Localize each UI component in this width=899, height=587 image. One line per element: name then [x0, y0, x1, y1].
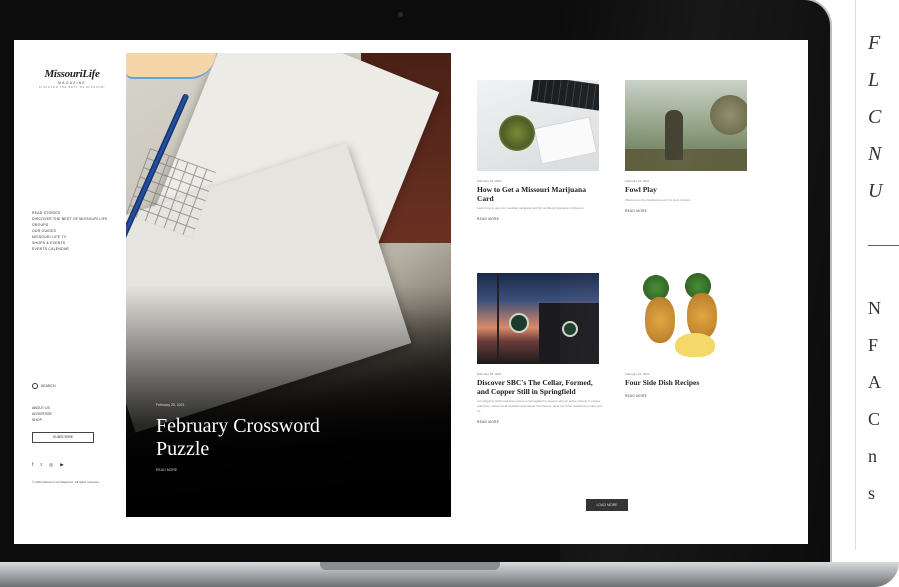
search-link[interactable]: Search — [32, 383, 56, 389]
subscribe-button[interactable]: Subscribe — [32, 432, 94, 443]
card-shape — [533, 116, 598, 165]
article-card: February 15, 2021 Discover SBC's The Cel… — [477, 273, 602, 424]
twitter-icon[interactable]: t — [41, 462, 45, 467]
hunter-shape — [665, 110, 683, 160]
side-letter: N — [868, 298, 881, 318]
pole-shape — [497, 273, 499, 364]
divider-rule — [855, 0, 856, 550]
side-letter: F — [868, 335, 879, 355]
camera-icon — [398, 12, 403, 17]
sign-shape — [509, 313, 529, 333]
sidebar-nav: MissouriLife MAGAZINE DISCOVER THE BEST … — [14, 40, 124, 544]
copyright-text: © 2021 Missouri Life Magazine. All right… — [32, 480, 100, 484]
social-links: f t ◎ ▶ — [32, 462, 67, 468]
pineapple-slice — [675, 333, 715, 357]
plant-shape — [499, 115, 535, 151]
pineapple-crown — [643, 275, 669, 301]
logo-sub: MAGAZINE — [58, 81, 86, 85]
article-title[interactable]: How to Get a Missouri Marijuana Card — [477, 185, 602, 203]
building-shape — [539, 303, 599, 364]
side-letter: s — [868, 483, 876, 503]
side-letter: C — [868, 106, 882, 128]
ground-shape — [625, 149, 747, 171]
nav-item-shop[interactable]: Shop — [32, 417, 118, 423]
pineapple-shape — [645, 297, 675, 343]
read-more-link[interactable]: Read more — [625, 394, 750, 398]
hero-read-more[interactable]: Read more — [156, 468, 177, 472]
laptop-lid: MissouriLife MAGAZINE DISCOVER THE BEST … — [0, 0, 830, 565]
footer-menu: About us Advertise Shop — [32, 405, 118, 423]
article-date: February 15, 2021 — [625, 179, 650, 183]
laptop-screen: MissouriLife MAGAZINE DISCOVER THE BEST … — [14, 40, 808, 544]
article-image[interactable] — [625, 273, 747, 364]
read-more-link[interactable]: Read more — [477, 217, 602, 221]
pineapple-crown — [685, 273, 711, 299]
article-date: February 15, 2021 — [625, 372, 650, 376]
article-title[interactable]: Discover SBC's The Cellar, Formed, and C… — [477, 378, 602, 396]
nav-item-calendar[interactable]: Events calendar — [32, 246, 118, 252]
article-title[interactable]: Four Side Dish Recipes — [625, 378, 750, 388]
side-letter: U — [868, 180, 883, 202]
side-letter: C — [868, 409, 881, 429]
search-icon — [32, 383, 38, 389]
article-title[interactable]: Fowl Play — [625, 185, 750, 195]
article-image[interactable] — [477, 273, 599, 364]
side-letter: L — [868, 69, 880, 91]
laptop-notch — [320, 562, 500, 570]
side-letter: n — [868, 446, 877, 466]
tree-shape — [710, 95, 747, 135]
keyboard-shape — [530, 80, 599, 111]
article-card: February 15, 2021 Four Side Dish Recipes… — [625, 273, 750, 398]
hero-date: February 25, 2021 — [156, 403, 185, 407]
facebook-icon[interactable]: f — [32, 462, 36, 467]
side-letter: A — [868, 372, 881, 392]
side-letter: F — [868, 32, 881, 54]
side-text-top: F L C N U — [868, 25, 899, 210]
article-date: February 13, 2021 — [477, 179, 502, 183]
article-excerpt: Learn how to get your medical marijuana … — [477, 206, 585, 210]
search-label: Search — [41, 383, 56, 388]
logo-tagline: DISCOVER THE BEST OF MISSOURI — [38, 86, 106, 89]
read-more-link[interactable]: Read more — [625, 209, 750, 213]
article-excerpt: An intriguing spirits and brew scene in … — [477, 399, 602, 413]
sign-shape — [562, 321, 578, 337]
nav-menu: Read stories Discover the best of Missou… — [32, 210, 118, 252]
site-logo[interactable]: MissouriLife MAGAZINE DISCOVER THE BEST … — [32, 68, 112, 89]
side-letter: N — [868, 143, 882, 165]
article-excerpt: Welcome to the traditional event for duc… — [625, 197, 691, 202]
article-card: February 13, 2021 How to Get a Missouri … — [477, 80, 602, 221]
read-more-link[interactable]: Read more — [477, 420, 602, 424]
logo-wordmark: MissouriLife — [44, 68, 100, 80]
article-image[interactable] — [625, 80, 747, 171]
load-more-button[interactable]: Load more — [586, 499, 628, 511]
hero-feature[interactable]: February 25, 2021 February Crossword Puz… — [126, 53, 451, 517]
side-accent-rule — [868, 245, 899, 246]
side-text-bottom: N F A C n s — [868, 290, 899, 512]
pineapple-shape — [687, 293, 717, 339]
nav-item-discover[interactable]: Discover the best of Missouri life group… — [32, 216, 118, 228]
hero-title[interactable]: February Crossword Puzzle — [156, 415, 356, 461]
article-image[interactable] — [477, 80, 599, 171]
article-card: February 15, 2021 Fowl Play Welcome to t… — [625, 80, 750, 213]
instagram-icon[interactable]: ◎ — [49, 462, 56, 467]
youtube-icon[interactable]: ▶ — [60, 462, 66, 467]
article-date: February 15, 2021 — [477, 372, 502, 376]
